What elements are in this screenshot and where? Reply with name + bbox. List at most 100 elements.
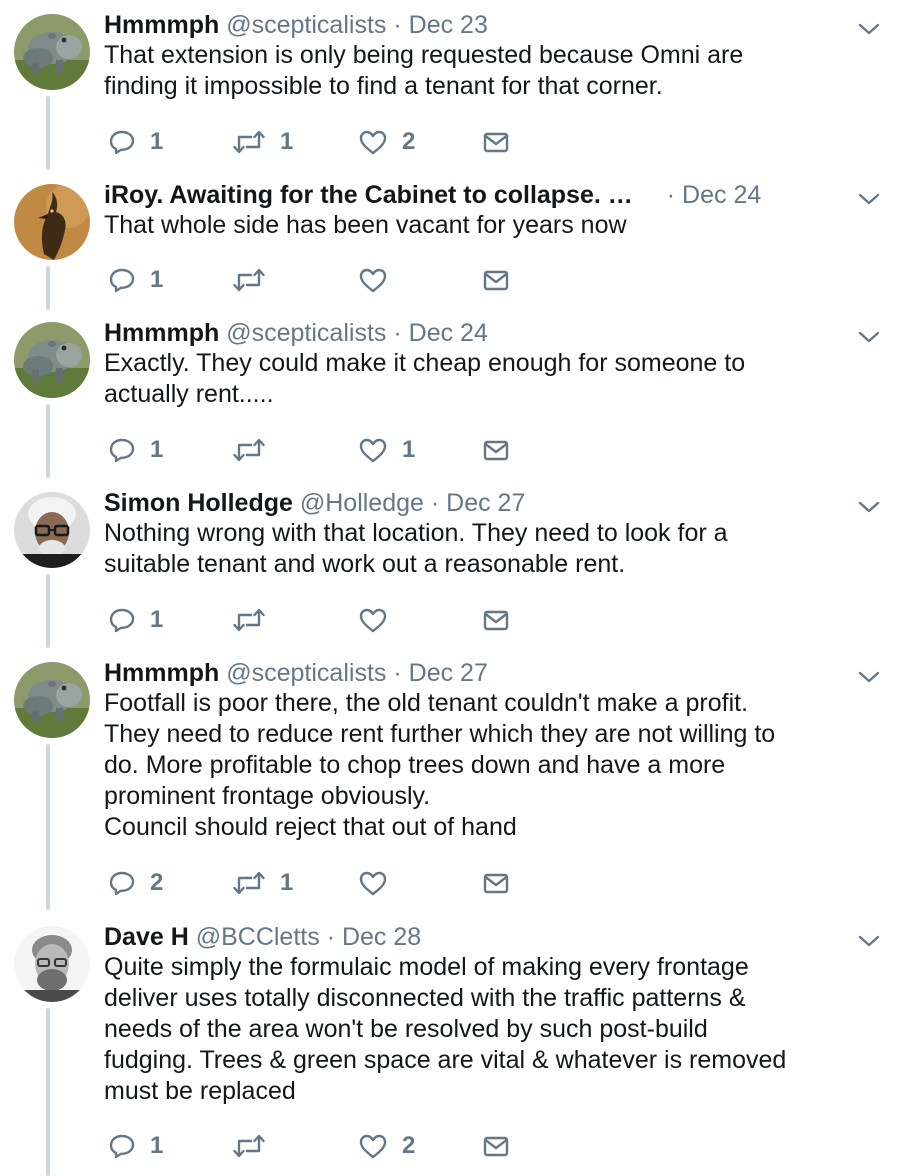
- timestamp[interactable]: Dec 24: [409, 319, 488, 347]
- direct-message-button[interactable]: [482, 867, 510, 899]
- avatar[interactable]: [14, 492, 90, 568]
- separator: ·: [393, 319, 402, 347]
- avatar[interactable]: [14, 184, 90, 260]
- tweet[interactable]: Dave H @BCCletts · Dec 28 Quite simply t…: [0, 912, 902, 1176]
- username[interactable]: @scepticalists: [226, 659, 386, 687]
- username[interactable]: @scepticalists: [226, 319, 386, 347]
- reply-count: 1: [150, 128, 164, 155]
- username[interactable]: @Holledge: [300, 489, 424, 517]
- thread-connector: [46, 744, 50, 910]
- reply-button[interactable]: 1: [108, 604, 163, 636]
- retweet-button[interactable]: 1: [232, 867, 293, 899]
- like-button[interactable]: [358, 604, 402, 636]
- direct-message-button[interactable]: [482, 1130, 510, 1162]
- thread-connector: [46, 1008, 50, 1176]
- display-name[interactable]: Hmmmph: [104, 11, 219, 39]
- retweet-icon: [232, 606, 266, 634]
- retweet-icon: [232, 869, 266, 897]
- retweet-button[interactable]: [232, 264, 280, 296]
- reply-count: 1: [150, 606, 164, 633]
- direct-message-button[interactable]: [482, 126, 510, 158]
- like-button[interactable]: 2: [358, 1130, 415, 1162]
- reply-count: 2: [150, 869, 164, 896]
- thread-connector: [46, 266, 50, 310]
- display-name[interactable]: Dave H: [104, 923, 189, 951]
- reply-button[interactable]: 1: [108, 434, 163, 466]
- tweet-text: Quite simply the formulaic model of maki…: [104, 953, 787, 1105]
- reply-icon: [108, 266, 136, 294]
- separator: ·: [666, 181, 676, 209]
- chevron-down-icon[interactable]: [858, 330, 880, 344]
- timestamp[interactable]: Dec 28: [342, 923, 421, 951]
- tweet[interactable]: Hmmmph @scepticalists · Dec 27 Footfall …: [0, 648, 902, 910]
- display-name[interactable]: Hmmmph: [104, 659, 219, 687]
- reply-button[interactable]: 2: [108, 867, 163, 899]
- reply-button[interactable]: 1: [108, 264, 163, 296]
- reply-icon: [108, 436, 136, 464]
- timestamp[interactable]: Dec 27: [446, 489, 525, 517]
- chevron-down-icon[interactable]: [858, 22, 880, 36]
- timestamp[interactable]: Dec 27: [409, 659, 488, 687]
- timestamp[interactable]: Dec 23: [409, 11, 488, 39]
- retweet-icon: [232, 128, 266, 156]
- avatar[interactable]: [14, 322, 90, 398]
- tweet-text: Nothing wrong with that location. They n…: [104, 519, 728, 578]
- separator: ·: [393, 11, 402, 39]
- reply-count: 1: [150, 266, 164, 293]
- chevron-down-icon[interactable]: [858, 500, 880, 514]
- display-name[interactable]: iRoy. Awaiting for the Cabinet to collap…: [104, 178, 633, 212]
- like-button[interactable]: [358, 264, 402, 296]
- envelope-icon: [482, 606, 510, 634]
- username[interactable]: @BCCletts: [196, 923, 320, 951]
- tweet-header: Simon Holledge @Holledge · Dec 27: [104, 486, 842, 520]
- tweet-header: Hmmmph @scepticalists · Dec 23: [104, 8, 842, 42]
- heart-icon: [358, 266, 388, 294]
- avatar[interactable]: [14, 926, 90, 1002]
- retweet-button[interactable]: [232, 1130, 280, 1162]
- separator: ·: [326, 923, 336, 951]
- direct-message-button[interactable]: [482, 604, 510, 636]
- reply-count: 1: [150, 436, 164, 463]
- retweet-button[interactable]: 1: [232, 126, 293, 158]
- tweet[interactable]: Simon Holledge @Holledge · Dec 27 Nothin…: [0, 478, 902, 648]
- envelope-icon: [482, 436, 510, 464]
- like-button[interactable]: [358, 867, 402, 899]
- like-count: 2: [402, 128, 416, 155]
- direct-message-button[interactable]: [482, 434, 510, 466]
- heart-icon: [358, 869, 388, 897]
- tweet-text: That extension is only being requested b…: [104, 41, 744, 100]
- display-name[interactable]: Simon Holledge: [104, 489, 293, 517]
- retweet-count: 1: [280, 128, 294, 155]
- reply-button[interactable]: 1: [108, 1130, 163, 1162]
- tweet[interactable]: iRoy. Awaiting for the Cabinet to collap…: [0, 170, 902, 310]
- reply-thread: Hmmmph @scepticalists · Dec 23 That exte…: [0, 0, 902, 1176]
- retweet-icon: [232, 1132, 266, 1160]
- separator: ·: [430, 489, 440, 517]
- envelope-icon: [482, 128, 510, 156]
- tweet-header: Hmmmph @scepticalists · Dec 27: [104, 656, 842, 690]
- like-count: 1: [402, 436, 416, 463]
- retweet-button[interactable]: [232, 434, 280, 466]
- display-name[interactable]: Hmmmph: [104, 319, 219, 347]
- heart-icon: [358, 128, 388, 156]
- reply-icon: [108, 606, 136, 634]
- tweet[interactable]: Hmmmph @scepticalists · Dec 23 That exte…: [0, 0, 902, 170]
- thread-connector: [46, 96, 50, 170]
- tweet[interactable]: Hmmmph @scepticalists · Dec 24 Exactly. …: [0, 308, 902, 478]
- chevron-down-icon[interactable]: [858, 192, 880, 206]
- retweet-button[interactable]: [232, 604, 280, 636]
- avatar[interactable]: [14, 662, 90, 738]
- chevron-down-icon[interactable]: [858, 670, 880, 684]
- avatar[interactable]: [14, 14, 90, 90]
- username[interactable]: @scepticalists: [226, 11, 386, 39]
- reply-button[interactable]: 1: [108, 126, 163, 158]
- chevron-down-icon[interactable]: [858, 934, 880, 948]
- reply-count: 1: [150, 1132, 164, 1159]
- envelope-icon: [482, 1132, 510, 1160]
- tweet-text: Exactly. They could make it cheap enough…: [104, 349, 746, 408]
- like-button[interactable]: 2: [358, 126, 415, 158]
- direct-message-button[interactable]: [482, 264, 510, 296]
- timestamp[interactable]: Dec 24: [682, 181, 761, 209]
- like-button[interactable]: 1: [358, 434, 415, 466]
- tweet-header: Dave H @BCCletts · Dec 28: [104, 920, 842, 954]
